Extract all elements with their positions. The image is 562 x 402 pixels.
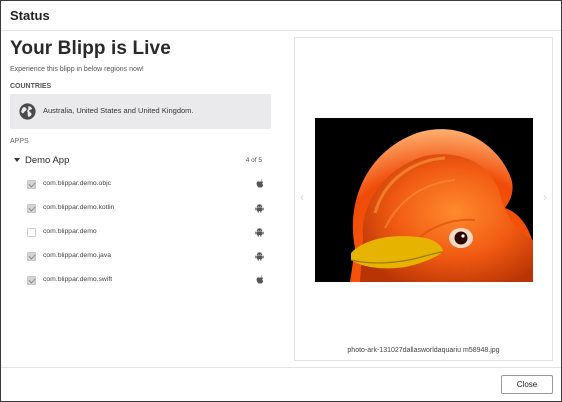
android-icon <box>255 251 264 261</box>
package-checkbox[interactable] <box>27 252 36 261</box>
carousel-prev-button[interactable]: ‹ <box>300 190 304 204</box>
package-row: com.blippar.demo.swift <box>10 273 272 289</box>
package-checkbox[interactable] <box>27 228 36 237</box>
image-preview: ‹ › photo-ark-131027dallasworldaquariu m… <box>294 37 553 361</box>
package-name: com.blippar.demo.swift <box>43 276 113 283</box>
package-checkbox[interactable] <box>27 204 36 213</box>
package-name: com.blippar.demo.java <box>43 252 112 259</box>
apps-label: APPS <box>10 138 29 145</box>
android-icon <box>255 203 264 213</box>
apple-icon <box>256 275 264 284</box>
carousel-next-button[interactable]: › <box>543 190 547 204</box>
page-title: Your Blipp is Live <box>10 38 171 59</box>
image-filename: photo-ark-131027dallasworldaquariu m5894… <box>347 347 500 354</box>
app-group-count: 4 of 5 <box>245 157 262 164</box>
package-row: com.blippar.demo.java <box>10 249 272 265</box>
countries-text: Australia, United States and United King… <box>43 106 194 115</box>
package-row: com.blippar.demo <box>10 225 272 241</box>
status-dialog: Status Your Blipp is Live Experience thi… <box>0 0 562 402</box>
bird-photo <box>315 118 533 282</box>
status-panel: Your Blipp is Live Experience this blipp… <box>10 31 272 366</box>
package-row: com.blippar.demo.kotlin <box>10 201 272 217</box>
countries-label: COUNTRIES <box>10 83 52 90</box>
dialog-header: Status <box>1 1 561 31</box>
package-row: com.blippar.demo.objc <box>10 177 272 193</box>
close-button[interactable]: Close <box>501 375 553 394</box>
apple-icon <box>256 179 264 188</box>
package-checkbox[interactable] <box>27 276 36 285</box>
dialog-title: Status <box>10 8 50 23</box>
package-checkbox[interactable] <box>27 180 36 189</box>
countries-box: Australia, United States and United King… <box>10 94 271 129</box>
package-name: com.blippar.demo.objc <box>43 180 112 187</box>
dialog-footer: Close <box>1 367 561 401</box>
globe-icon <box>19 103 36 120</box>
android-icon <box>255 227 264 237</box>
app-group-toggle[interactable]: Demo App 4 of 5 <box>10 153 272 171</box>
page-subtitle: Experience this blipp in below regions n… <box>10 66 144 73</box>
package-name: com.blippar.demo.kotlin <box>43 204 115 211</box>
package-name: com.blippar.demo <box>43 228 97 235</box>
caret-down-icon[interactable] <box>14 158 20 162</box>
app-group-name: Demo App <box>25 155 70 166</box>
